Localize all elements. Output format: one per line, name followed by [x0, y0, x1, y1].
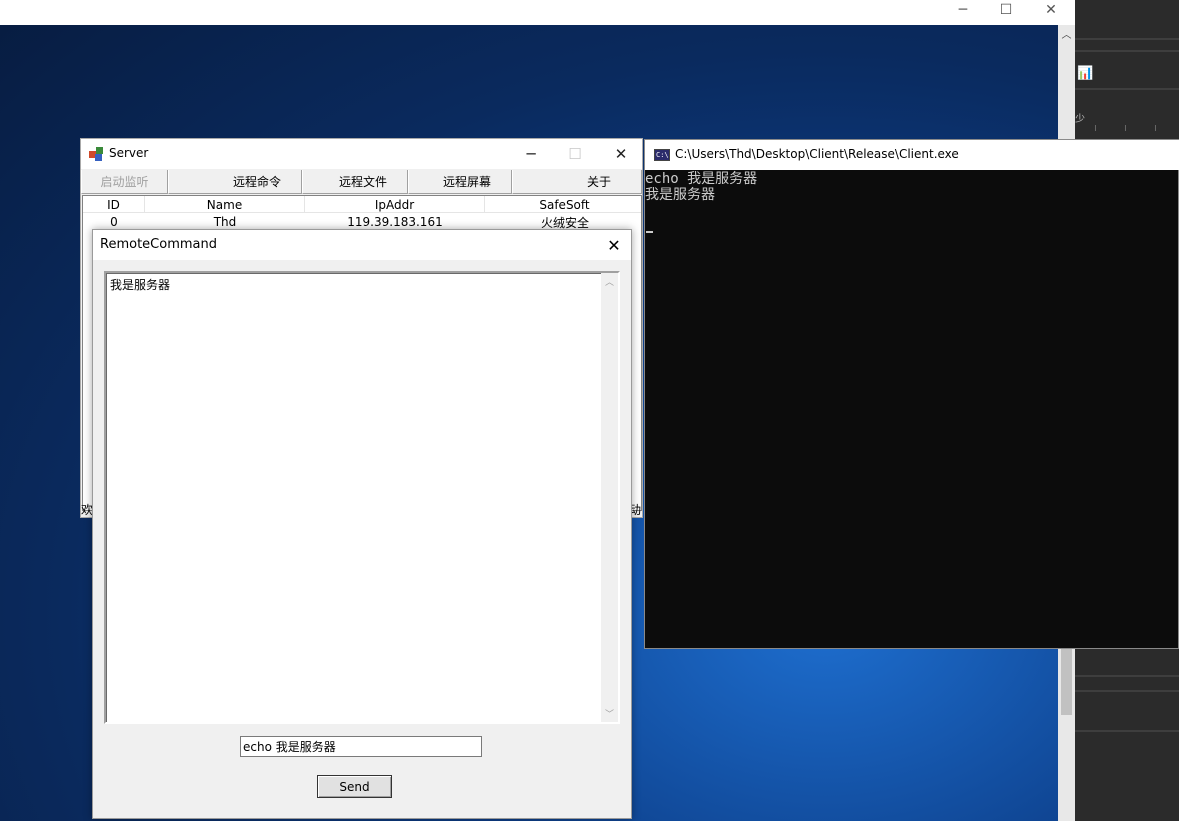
- console-titlebar[interactable]: C:\ C:\Users\Thd\Desktop\Client\Release\…: [645, 140, 1179, 170]
- remote-command-button[interactable]: 远程命令: [168, 170, 302, 194]
- server-toolbar: 启动监听 远程命令 远程文件 远程屏幕 关于: [81, 170, 642, 194]
- server-titlebar[interactable]: Server ─ ☐ ✕: [81, 139, 642, 169]
- start-listen-button[interactable]: 启动监听: [81, 170, 168, 194]
- command-output-text: 我是服务器: [110, 278, 171, 292]
- server-maximize-button[interactable]: ☐: [552, 139, 598, 169]
- console-line: echo 我是服务器: [645, 171, 758, 187]
- background-close-button[interactable]: ✕: [1028, 0, 1074, 20]
- console-app-icon: C:\: [654, 149, 670, 161]
- command-input[interactable]: [240, 736, 482, 757]
- background-minimize-button[interactable]: ─: [940, 0, 986, 20]
- column-ipaddr[interactable]: IpAddr: [305, 196, 485, 213]
- output-scrollbar[interactable]: ︿ ﹀: [601, 273, 618, 722]
- panel-divider: [1075, 690, 1179, 692]
- panel-divider: [1075, 50, 1179, 52]
- scroll-up-arrow-icon[interactable]: ︿: [601, 273, 618, 290]
- column-id[interactable]: ID: [83, 196, 145, 213]
- column-name[interactable]: Name: [145, 196, 305, 213]
- server-title: Server: [109, 146, 149, 160]
- ruler-tick: [1095, 125, 1096, 131]
- panel-divider: [1075, 88, 1179, 90]
- server-close-button[interactable]: ✕: [598, 139, 644, 169]
- app-icon: [89, 147, 103, 161]
- console-title: C:\Users\Thd\Desktop\Client\Release\Clie…: [675, 147, 959, 161]
- server-minimize-button[interactable]: ─: [508, 139, 554, 169]
- command-output-textarea[interactable]: 我是服务器 ︿ ﹀: [104, 271, 620, 724]
- ruler-tick: [1155, 125, 1156, 131]
- remote-screen-button[interactable]: 远程屏幕: [408, 170, 512, 194]
- column-safesoft[interactable]: SafeSoft: [485, 196, 645, 213]
- background-maximize-button[interactable]: ☐: [983, 0, 1029, 20]
- chart-icon[interactable]: 📊: [1077, 66, 1093, 81]
- background-window-titlebar: ─ ☐ ✕: [0, 0, 1075, 25]
- panel-divider: [1075, 675, 1179, 677]
- list-header: ID Name IpAddr SafeSoft: [83, 196, 645, 213]
- scroll-up-arrow-icon[interactable]: ︿: [1058, 25, 1075, 42]
- panel-divider: [1075, 38, 1179, 40]
- send-button[interactable]: Send: [317, 775, 392, 798]
- remote-file-button[interactable]: 远程文件: [302, 170, 408, 194]
- remote-command-title: RemoteCommand: [100, 237, 217, 252]
- console-output[interactable]: echo 我是服务器 我是服务器: [645, 171, 1178, 233]
- scroll-down-arrow-icon[interactable]: ﹀: [601, 705, 618, 722]
- panel-divider: [1075, 730, 1179, 732]
- panel-partial-label: 少: [1075, 114, 1085, 125]
- console-window: C:\ C:\Users\Thd\Desktop\Client\Release\…: [644, 139, 1179, 649]
- about-button[interactable]: 关于: [512, 170, 642, 194]
- remote-command-close-button[interactable]: ✕: [597, 230, 631, 260]
- console-line: 我是服务器: [645, 187, 715, 203]
- remote-command-dialog: RemoteCommand ✕ 我是服务器 ︿ ﹀ Send: [92, 229, 632, 819]
- remote-command-titlebar[interactable]: RemoteCommand ✕: [93, 230, 631, 260]
- scrollbar-thumb[interactable]: [1061, 645, 1072, 715]
- console-cursor: [646, 231, 653, 233]
- ruler-tick: [1125, 125, 1126, 131]
